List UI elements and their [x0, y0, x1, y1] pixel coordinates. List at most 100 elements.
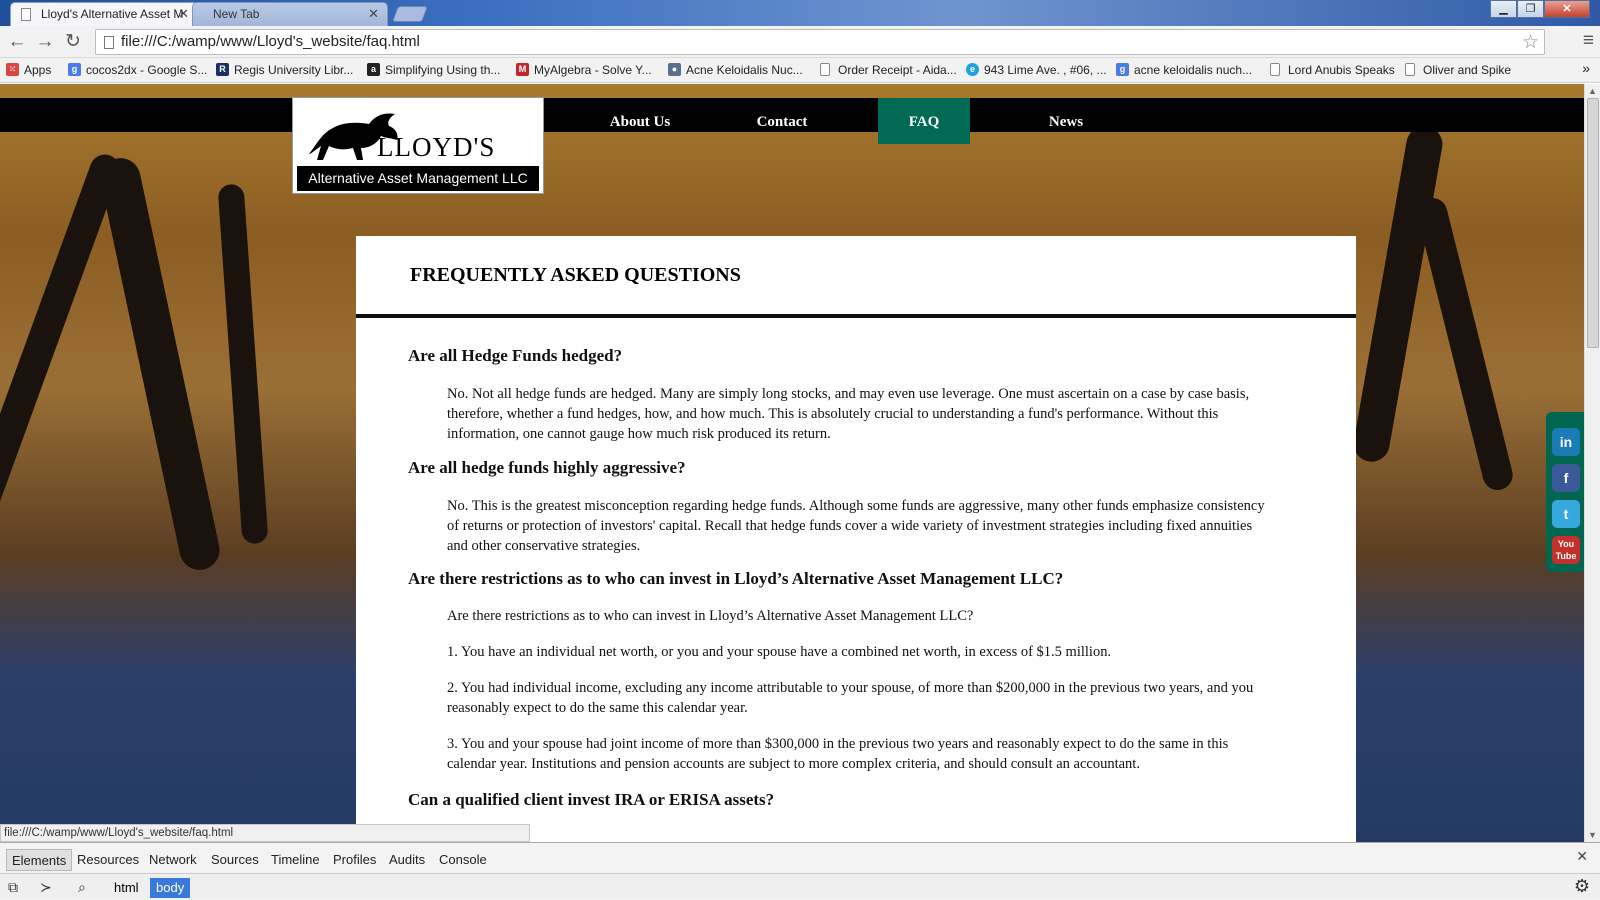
devtools-close-icon[interactable]: ✕: [1576, 848, 1588, 865]
nav-contact[interactable]: Contact: [732, 98, 832, 144]
youtube-icon[interactable]: You Tube: [1552, 536, 1580, 564]
social-sidebar: in f t You Tube: [1546, 412, 1584, 572]
linkedin-icon[interactable]: in: [1552, 428, 1580, 456]
faq-content: Are all Hedge Funds hedged? No. Not all …: [356, 314, 1356, 842]
page-title: FREQUENTLY ASKED QUESTIONS: [410, 264, 741, 286]
devtools-tab-network[interactable]: Network: [144, 849, 202, 871]
devtools-tab-resources[interactable]: Resources: [72, 849, 144, 871]
bookmark-simplifying[interactable]: a Simplifying Using th...: [367, 62, 500, 78]
tab-new-tab[interactable]: New Tab ✕: [192, 2, 388, 26]
logo-name: LLOYD'S: [377, 132, 496, 162]
faq-question: Are all Hedge Funds hedged?: [408, 346, 623, 365]
console-drawer-icon[interactable]: ≻: [40, 879, 52, 896]
nav-about-us[interactable]: About Us: [590, 98, 690, 144]
faq-answer: No. Not all hedge funds are hedged. Many…: [447, 386, 1250, 442]
scroll-down-icon[interactable]: ▼: [1588, 830, 1597, 840]
faq-answer: Are there restrictions as to who can inv…: [447, 608, 974, 624]
menu-icon[interactable]: ≡: [1583, 30, 1594, 52]
faq-answer-item: 2. You had individual income, excluding …: [447, 680, 1254, 716]
faq-question: Are all hedge funds highly aggressive?: [408, 458, 686, 477]
close-tab-icon[interactable]: ✕: [178, 3, 189, 25]
window-controls: ▁ ❐ ✕: [1490, 0, 1590, 18]
site-nav-bar: About Us Contact FAQ News: [0, 98, 1584, 144]
devtools-panel: Elements Resources Network Sources Timel…: [0, 842, 1600, 900]
faq-answer-item: 3. You and your spouse had joint income …: [447, 736, 1229, 772]
reload-icon[interactable]: ↻: [62, 31, 84, 53]
myalgebra-icon: M: [516, 63, 529, 76]
bookmark-cocos2dx[interactable]: g cocos2dx - Google S...: [68, 62, 207, 78]
browser-toolbar: ← → ↻ file:///C:/wamp/www/Lloyd's_websit…: [0, 26, 1600, 58]
devtools-tab-console[interactable]: Console: [434, 849, 492, 871]
bookmark-order-receipt[interactable]: Order Receipt - Aida...: [820, 62, 957, 78]
page-icon: [21, 8, 31, 21]
browser-window: Lloyd's Alternative Asset M ✕ New Tab ✕ …: [0, 0, 1600, 900]
close-tab-icon[interactable]: ✕: [368, 3, 379, 25]
background-chair-shape: [217, 183, 269, 545]
page-scrollbar[interactable]: ▲ ▼: [1584, 84, 1600, 842]
bookmarks-overflow-icon[interactable]: »: [1582, 60, 1590, 76]
inspect-search-icon[interactable]: ⌕: [78, 879, 86, 896]
page-icon: [1405, 63, 1415, 76]
nav-news[interactable]: News: [1016, 98, 1116, 144]
forward-arrow-icon[interactable]: →: [34, 31, 56, 53]
page-icon: [1270, 63, 1280, 76]
dock-icon[interactable]: ⧉: [8, 879, 18, 896]
bookmark-lord-anubis[interactable]: Lord Anubis Speaks: [1270, 62, 1395, 78]
devtools-tab-elements[interactable]: Elements: [6, 849, 73, 871]
bookmark-apps[interactable]: ⁙ Apps: [6, 62, 51, 78]
people-icon: ●: [668, 63, 681, 76]
e-icon: e: [966, 63, 979, 76]
bookmark-acne-google[interactable]: g acne keloidalis nuch...: [1116, 62, 1252, 78]
nav-faq[interactable]: FAQ: [878, 98, 970, 144]
bookmark-myalgebra[interactable]: M MyAlgebra - Solve Y...: [516, 62, 652, 78]
close-window-button[interactable]: ✕: [1544, 0, 1590, 18]
bookmark-acne[interactable]: ● Acne Keloidalis Nuc...: [668, 62, 803, 78]
faq-answer-item: 1. You have an individual net worth, or …: [447, 644, 1112, 660]
faq-question: Are there restrictions as to who can inv…: [408, 569, 1064, 588]
logo-subtitle: Alternative Asset Management LLC: [297, 166, 539, 191]
devtools-tab-sources[interactable]: Sources: [206, 849, 264, 871]
background-chair-shape: [96, 154, 224, 574]
devtools-tab-audits[interactable]: Audits: [384, 849, 430, 871]
status-bar: file:///C:/wamp/www/Lloyd's_website/faq.…: [0, 824, 530, 842]
title-panel: FREQUENTLY ASKED QUESTIONS: [356, 236, 1356, 314]
google-icon: g: [68, 63, 81, 76]
gear-icon[interactable]: ⚙: [1574, 876, 1590, 897]
tab-label: Lloyd's Alternative Asset M: [41, 7, 184, 21]
facebook-icon[interactable]: f: [1552, 464, 1580, 492]
site-logo[interactable]: LLOYD'S Alternative Asset Management LLC: [292, 97, 544, 194]
address-bar[interactable]: file:///C:/wamp/www/Lloyd's_website/faq.…: [95, 29, 1545, 55]
tab-strip: Lloyd's Alternative Asset M ✕ New Tab ✕ …: [0, 0, 1600, 26]
google-icon: g: [1116, 63, 1129, 76]
breadcrumb-html[interactable]: html: [108, 878, 145, 898]
tab-label: New Tab: [213, 7, 260, 21]
page-viewport: About Us Contact FAQ News LLOYD'S Altern…: [0, 84, 1584, 842]
scrollbar-thumb[interactable]: [1587, 98, 1599, 348]
bookmark-oliver-spike[interactable]: Oliver and Spike: [1405, 62, 1511, 78]
breadcrumb-body[interactable]: body: [150, 878, 191, 898]
amazon-icon: a: [367, 63, 380, 76]
minimize-button[interactable]: ▁: [1490, 0, 1517, 18]
apps-grid-icon: ⁙: [6, 63, 19, 76]
back-arrow-icon[interactable]: ←: [6, 31, 28, 53]
background-chair-shape: [1350, 123, 1446, 465]
faq-question: Can a qualified client invest IRA or ERI…: [408, 790, 775, 809]
maximize-button[interactable]: ❐: [1517, 0, 1544, 18]
twitter-icon[interactable]: t: [1552, 500, 1580, 528]
scroll-up-icon[interactable]: ▲: [1588, 86, 1597, 96]
bookmarks-bar: ⁙ Apps g cocos2dx - Google S... R Regis Uni…: [0, 58, 1600, 83]
page-icon: [104, 36, 114, 49]
devtools-tab-profiles[interactable]: Profiles: [328, 849, 381, 871]
page-icon: [820, 63, 830, 76]
tab-lloyds[interactable]: Lloyd's Alternative Asset M ✕: [10, 2, 198, 26]
new-tab-button[interactable]: [392, 6, 428, 22]
devtools-tab-timeline[interactable]: Timeline: [266, 849, 325, 871]
url-text[interactable]: file:///C:/wamp/www/Lloyd's_website/faq.…: [121, 33, 420, 50]
background-chair-shape: [1414, 194, 1516, 494]
devtools-footer: ⧉ ≻ ⌕ html body ⚙: [0, 873, 1600, 899]
bookmark-lime-ave[interactable]: e 943 Lime Ave. , #06, ...: [966, 62, 1107, 78]
bookmark-regis[interactable]: R Regis University Libr...: [216, 62, 353, 78]
regis-icon: R: [216, 63, 229, 76]
bookmark-star-icon[interactable]: ☆: [1522, 31, 1539, 54]
background-chair-shape: [0, 150, 125, 518]
